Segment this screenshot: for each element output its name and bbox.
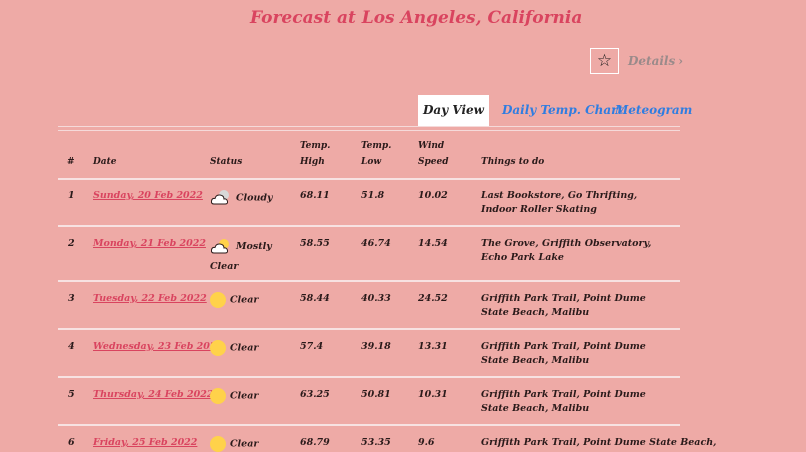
status-cell: Cloudy [210,189,295,207]
status-text: Cloudy [236,192,273,204]
row-divider [58,178,680,180]
things-to-do: Griffith Park Trail, Point Dume State Be… [481,341,646,366]
things-to-do: The Grove, Griffith Observatory, Echo Pa… [481,238,652,263]
status-cell: Mostly Clear [210,237,295,277]
wind-speed: 13.31 [418,341,448,352]
temp-high: 68.11 [300,190,330,201]
date-link[interactable]: Friday, 25 Feb 2022 [93,436,197,450]
status-cell: Clear [210,340,295,356]
sun-icon [210,292,226,308]
temp-high: 63.25 [300,389,330,400]
header-temp-low: Temp. Low [361,140,391,168]
tab-meteogram[interactable]: Meteogram [615,95,692,126]
header-temp-high-line1: Temp. [300,141,331,151]
header-wind-speed: Wind Speed [418,140,449,168]
wind-speed: 10.31 [418,389,448,400]
things-to-do: Last Bookstore, Go Thrifting, Indoor Rol… [481,190,638,215]
status-text: Clear [230,438,259,450]
row-num: 6 [68,437,75,448]
status-text: Clear [230,342,259,354]
temp-low: 46.74 [361,238,391,249]
temp-high: 68.79 [300,437,330,448]
row-divider [58,280,680,282]
status-cell: Clear [210,436,295,452]
things-to-do: Griffith Park Trail, Point Dume State Be… [481,293,646,318]
status-text: Clear [230,294,259,306]
row-divider [58,328,680,330]
divider [58,130,680,131]
header-status: Status [210,157,243,167]
tab-daily-temp-chart[interactable]: Daily Temp. Chart [502,95,623,126]
header-wind-line2: Speed [418,157,449,167]
page-title: Forecast at Los Angeles, California [250,8,583,28]
wind-speed: 9.6 [418,437,435,448]
date-link[interactable]: Monday, 21 Feb 2022 [93,237,206,251]
sun-icon [210,436,226,452]
header-temp-low-line1: Temp. [361,141,392,151]
row-divider [58,225,680,227]
date-link[interactable]: Tuesday, 22 Feb 2022 [93,292,207,306]
details-link[interactable]: Details › [628,54,683,68]
temp-low: 51.8 [361,190,385,201]
header-wind-line1: Wind [418,141,445,151]
chevron-right-icon: › [678,54,684,68]
favorite-button[interactable]: ☆ [590,48,619,74]
header-temp-high-line2: High [300,157,325,167]
star-icon: ☆ [596,51,613,71]
wind-speed: 14.54 [418,238,448,249]
wind-speed: 24.52 [418,293,448,304]
tab-day-view[interactable]: Day View [418,95,489,126]
row-num: 5 [68,389,75,400]
temp-low: 39.18 [361,341,391,352]
temp-low: 50.81 [361,389,391,400]
row-num: 3 [68,293,75,304]
date-link[interactable]: Wednesday, 23 Feb 2022 [93,340,223,354]
header-temp-high: Temp. High [300,140,330,168]
row-num: 4 [68,341,75,352]
temp-low: 40.33 [361,293,391,304]
row-divider [58,424,680,426]
temp-high: 58.44 [300,293,330,304]
sun-icon [210,340,226,356]
row-num: 1 [68,190,75,201]
header-num: # [67,157,75,167]
row-num: 2 [68,238,75,249]
cloud-icon [210,189,232,207]
header-date: Date [93,157,117,167]
things-to-do: Griffith Park Trail, Point Dume State Be… [481,437,717,448]
divider [58,126,680,127]
things-to-do: Griffith Park Trail, Point Dume State Be… [481,389,646,414]
details-label: Details [628,54,676,68]
header-things-to-do: Things to do [481,157,545,167]
status-cell: Clear [210,292,295,308]
date-link[interactable]: Thursday, 24 Feb 2022 [93,388,213,402]
row-divider [58,376,680,378]
header-temp-low-line2: Low [361,157,382,167]
status-cell: Clear [210,388,295,404]
wind-speed: 10.02 [418,190,448,201]
temp-high: 58.55 [300,238,330,249]
temp-high: 57.4 [300,341,324,352]
status-text: Clear [230,390,259,402]
sun-icon [210,388,226,404]
sun-behind-cloud-icon [210,238,232,256]
date-link[interactable]: Sunday, 20 Feb 2022 [93,189,203,203]
temp-low: 53.35 [361,437,391,448]
